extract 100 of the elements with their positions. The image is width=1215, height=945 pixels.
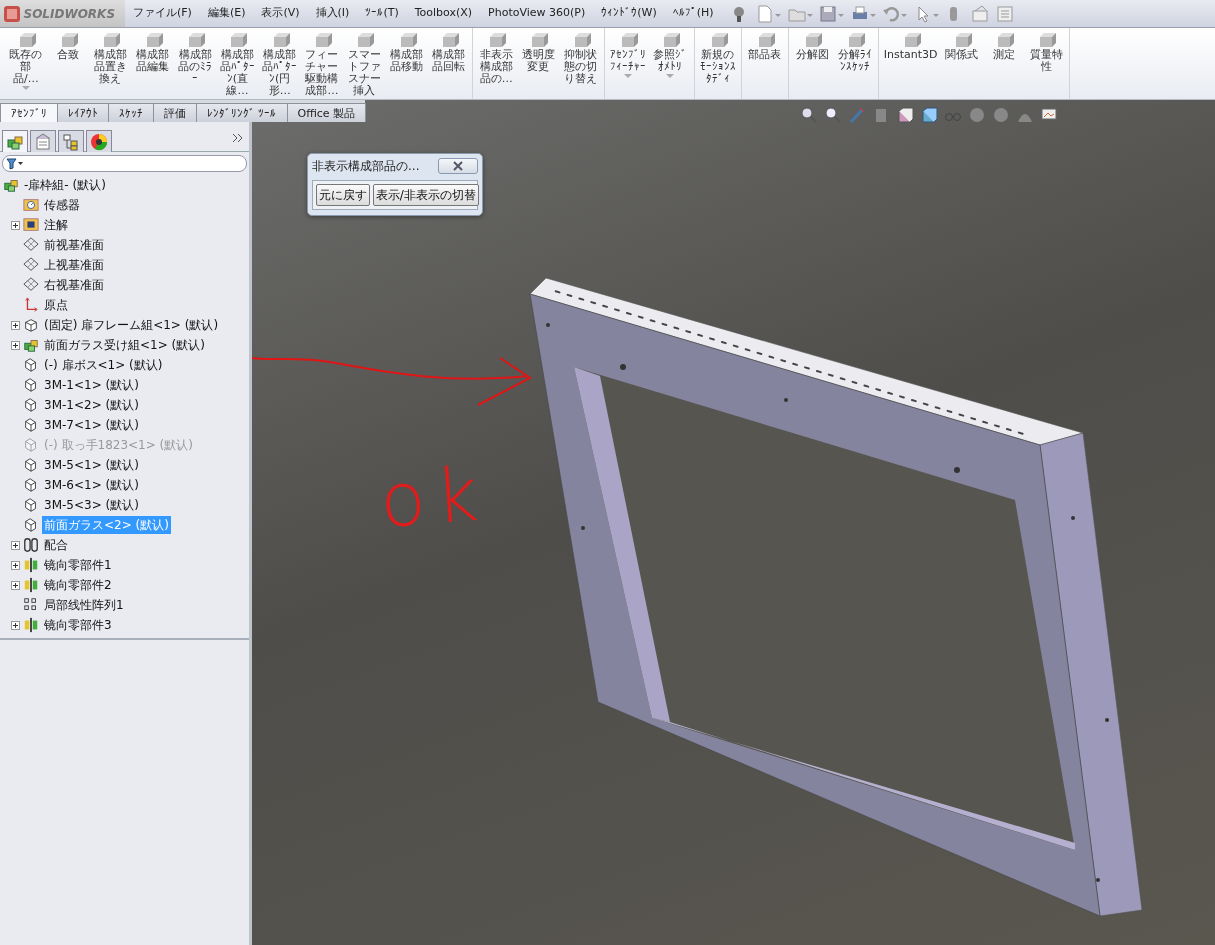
tree-item[interactable]: (固定) 扉フレーム組<1> (默认) bbox=[42, 316, 221, 334]
tree-item[interactable]: 3M-5<3> (默认) bbox=[42, 496, 141, 514]
tree-item[interactable]: 配合 bbox=[42, 536, 70, 554]
tree-item[interactable]: 注解 bbox=[42, 216, 70, 234]
ribbon-button[interactable]: 構成部品ﾊﾟﾀｰﾝ(直線… bbox=[216, 28, 259, 99]
menu-item[interactable]: 挿入(I) bbox=[307, 5, 358, 22]
close-icon bbox=[452, 161, 464, 171]
command-tab[interactable]: ﾚｲｱｳﾄ bbox=[57, 102, 109, 122]
save-icon[interactable] bbox=[818, 3, 839, 24]
assembly-icon bbox=[2, 177, 20, 193]
panel-tab[interactable] bbox=[58, 130, 84, 152]
filter-icon bbox=[5, 157, 24, 170]
ribbon-button[interactable]: 合致 bbox=[47, 28, 90, 99]
mirror-icon bbox=[22, 557, 40, 573]
tree-item[interactable]: 3M-5<1> (默认) bbox=[42, 456, 141, 474]
ribbon-button[interactable]: 構成部品のﾐﾗｰ bbox=[173, 28, 217, 99]
menu-item[interactable]: ファイル(F) bbox=[125, 5, 200, 22]
tree-item[interactable]: 右视基准面 bbox=[42, 276, 106, 294]
ribbon-button[interactable]: 測定 bbox=[982, 28, 1026, 99]
tree-item[interactable]: 3M-7<1> (默认) bbox=[42, 416, 141, 434]
expand-panel-icon[interactable] bbox=[232, 133, 245, 143]
ribbon-button[interactable]: 透明度変更 bbox=[517, 28, 560, 99]
menu-item[interactable]: ｳｨﾝﾄﾞｳ(W) bbox=[593, 5, 665, 22]
tree-item[interactable]: 前面ガラス受け組<1> (默认) bbox=[42, 336, 207, 354]
command-tab[interactable]: ﾚﾝﾀﾞﾘﾝｸﾞ ﾂｰﾙ bbox=[196, 102, 288, 122]
menu-item[interactable]: ﾂｰﾙ(T) bbox=[357, 5, 407, 22]
view-cube-icon[interactable] bbox=[920, 106, 938, 124]
assembly-icon bbox=[22, 337, 40, 353]
ribbon-button[interactable]: 構成部品回転 bbox=[427, 28, 470, 99]
paperclip-icon bbox=[22, 537, 40, 553]
panel-tab[interactable] bbox=[86, 130, 112, 152]
ribbon-button[interactable]: 参照ｼﾞｵﾒﾄﾘ bbox=[649, 28, 692, 99]
expand-icon[interactable] bbox=[10, 220, 20, 230]
ribbon-button[interactable]: フィーチャー駆動構成部… bbox=[300, 28, 344, 99]
ribbon-button[interactable]: 分解図 bbox=[791, 28, 834, 99]
ribbon-button[interactable]: 構成部品編集 bbox=[131, 28, 174, 99]
menu-item[interactable]: ﾍﾙﾌﾟ(H) bbox=[664, 5, 722, 22]
tree-item[interactable]: -扉枠組- (默认) bbox=[22, 176, 108, 194]
expand-icon[interactable] bbox=[10, 320, 20, 330]
panel-tab[interactable] bbox=[2, 130, 28, 152]
ribbon-button[interactable]: 新規のﾓｰｼｮﾝｽﾀﾃﾞｨ bbox=[696, 28, 739, 99]
mirror-icon bbox=[22, 577, 40, 593]
ribbon-button[interactable]: 質量特性 bbox=[1025, 28, 1068, 99]
expand-icon[interactable] bbox=[10, 340, 20, 350]
menu-item[interactable]: 表示(V) bbox=[253, 5, 308, 22]
tree-item[interactable]: 传感器 bbox=[42, 196, 82, 214]
logo-icon bbox=[2, 4, 21, 23]
tree-item[interactable]: 原点 bbox=[42, 296, 70, 314]
ribbon-button[interactable]: 抑制状態の切り替え bbox=[559, 28, 602, 99]
expand-icon[interactable] bbox=[10, 620, 20, 630]
dialog-button[interactable]: 表示/非表示の切替 bbox=[372, 184, 479, 206]
tree-item[interactable]: 镜向零部件1 bbox=[42, 556, 114, 574]
zoom-fit-icon[interactable] bbox=[800, 106, 818, 124]
tree-item[interactable]: (-) 扉ボス<1> (默认) bbox=[42, 356, 165, 374]
close-button[interactable] bbox=[438, 158, 478, 174]
ribbon-button[interactable]: 構成部品移動 bbox=[385, 28, 428, 99]
properties-icon bbox=[34, 132, 52, 151]
tree-item[interactable]: 上视基准面 bbox=[42, 256, 106, 274]
plane-icon bbox=[22, 277, 40, 293]
ribbon-button[interactable]: 構成部品ﾊﾟﾀｰﾝ(円形… bbox=[258, 28, 301, 99]
command-tab[interactable]: Office 製品 bbox=[286, 102, 367, 122]
ribbon-button[interactable]: 関係式 bbox=[940, 28, 983, 99]
command-tab[interactable]: 評価 bbox=[153, 102, 197, 122]
tree-item[interactable]: 3M-1<1> (默认) bbox=[42, 376, 141, 394]
command-tab[interactable]: ｽｹｯﾁ bbox=[108, 102, 154, 122]
ribbon-button[interactable]: ｱｾﾝﾌﾞﾘﾌｨｰﾁｬｰ bbox=[606, 28, 650, 99]
expand-icon[interactable] bbox=[10, 580, 20, 590]
expand-icon[interactable] bbox=[10, 540, 20, 550]
tree-item[interactable]: 镜向零部件3 bbox=[42, 616, 114, 634]
sphere-icon[interactable] bbox=[968, 106, 986, 124]
dialog-button[interactable]: 元に戻す bbox=[316, 184, 370, 206]
ribbon-button[interactable]: 部品表 bbox=[743, 28, 787, 99]
tree-item[interactable]: 3M-6<1> (默认) bbox=[42, 476, 141, 494]
part-icon bbox=[22, 317, 40, 333]
menu-item[interactable]: 編集(E) bbox=[199, 5, 254, 22]
sphere-icon[interactable] bbox=[992, 106, 1010, 124]
ribbon-button[interactable]: スマートファスナー挿入 bbox=[343, 28, 386, 99]
filter-field[interactable] bbox=[2, 155, 247, 172]
section-cube-icon[interactable] bbox=[896, 106, 914, 124]
ribbon-button[interactable]: 分解ﾗｲﾝｽｹｯﾁ bbox=[833, 28, 876, 99]
menu-item[interactable]: Toolbox(X) bbox=[406, 5, 481, 22]
zoom-area-icon[interactable] bbox=[824, 106, 842, 124]
command-tab[interactable]: ｱｾﾝﾌﾞﾘ bbox=[0, 102, 58, 122]
handwritten-text: ok bbox=[377, 456, 491, 538]
sensor-folder-icon bbox=[22, 197, 40, 213]
menu-item[interactable]: PhotoView 360(P) bbox=[480, 5, 594, 22]
plane-icon bbox=[22, 257, 40, 273]
expand-icon[interactable] bbox=[10, 560, 20, 570]
ribbon-button[interactable]: 非表示構成部品の… bbox=[475, 28, 518, 99]
ribbon-button[interactable]: Instant3D bbox=[880, 28, 941, 99]
tree-item[interactable]: 3M-1<2> (默认) bbox=[42, 396, 141, 414]
tree-item[interactable]: 前视基准面 bbox=[42, 236, 106, 254]
tree-item[interactable]: 局部线性阵列1 bbox=[42, 596, 126, 614]
color-wheel-icon bbox=[90, 132, 108, 151]
plane-icon bbox=[22, 237, 40, 253]
ribbon-button[interactable]: 既存の部品/… bbox=[4, 28, 48, 99]
logo-text: SOLIDWORKS bbox=[23, 5, 116, 23]
tree-item[interactable]: 镜向零部件2 bbox=[42, 576, 114, 594]
ribbon-button[interactable]: 構成部品置き換え bbox=[89, 28, 132, 99]
dialog-title: 非表示構成部品の... bbox=[312, 158, 420, 175]
